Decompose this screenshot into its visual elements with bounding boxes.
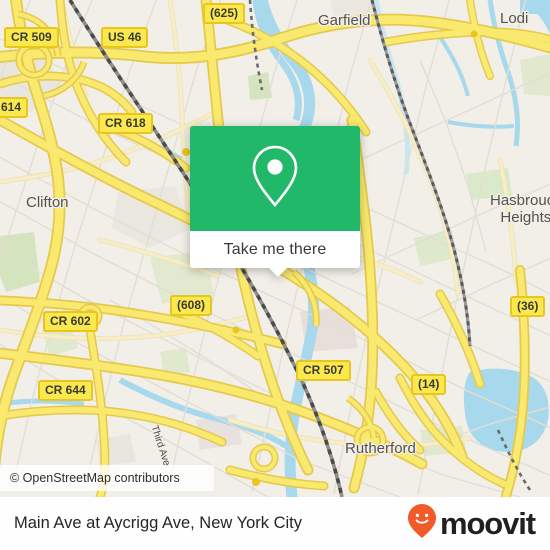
attribution-bar: © OpenStreetMap contributors bbox=[0, 465, 214, 491]
road-shield-cr-602: CR 602 bbox=[43, 311, 98, 332]
road-shield-614: 614 bbox=[0, 97, 29, 118]
place-card[interactable]: Take me there bbox=[190, 126, 360, 277]
footer-bar: Main Ave at Aycrigg Ave, New York City m… bbox=[0, 497, 550, 550]
place-card-header bbox=[190, 126, 360, 231]
road-shield-cr-644: CR 644 bbox=[38, 380, 93, 401]
road-shield-cr-618: CR 618 bbox=[98, 113, 153, 134]
road-shield-us-46: US 46 bbox=[101, 27, 149, 48]
place-card-footer[interactable]: Take me there bbox=[190, 231, 360, 277]
road-shield-cr-507: CR 507 bbox=[296, 360, 351, 381]
take-me-there-button[interactable]: Take me there bbox=[224, 241, 327, 259]
road-shield-cr-509: CR 509 bbox=[4, 27, 59, 48]
road-shield-625: (625) bbox=[203, 3, 246, 24]
map-canvas[interactable]: Garfield Lodi Clifton Hasbrouck Heights … bbox=[0, 0, 550, 497]
road-shield-14: (14) bbox=[411, 374, 447, 395]
moovit-logo[interactable]: moovit bbox=[407, 503, 536, 544]
road-shield-608: (608) bbox=[170, 295, 213, 316]
place-card-pointer-tail bbox=[268, 267, 288, 277]
moovit-wordmark: moovit bbox=[439, 506, 536, 541]
map-pin-icon bbox=[248, 142, 302, 215]
moovit-smiley-pin-icon bbox=[407, 503, 437, 544]
place-title: Main Ave at Aycrigg Ave, New York City bbox=[14, 514, 302, 532]
road-shield-36: (36) bbox=[510, 296, 546, 317]
openstreetmap-attribution[interactable]: © OpenStreetMap contributors bbox=[0, 471, 180, 485]
